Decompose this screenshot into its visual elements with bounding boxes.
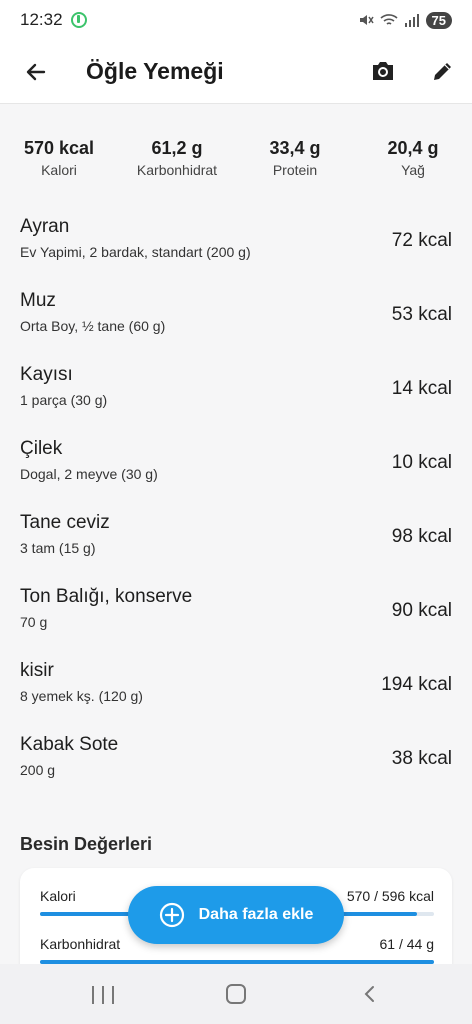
app-notification-icon bbox=[70, 12, 87, 28]
camera-button[interactable] bbox=[368, 56, 398, 86]
food-portion: Orta Boy, ½ tane (60 g) bbox=[20, 318, 166, 334]
nutrition-label: Karbonhidrat bbox=[40, 936, 121, 952]
food-name: Tane ceviz bbox=[20, 512, 110, 533]
pencil-icon bbox=[434, 63, 451, 80]
add-more-button[interactable]: Daha fazla ekle bbox=[128, 886, 344, 944]
food-portion: Dogal, 2 meyve (30 g) bbox=[20, 466, 158, 482]
back-button[interactable] bbox=[20, 56, 52, 88]
mute-icon bbox=[359, 15, 374, 25]
summary-value: 61,2 g bbox=[151, 138, 203, 158]
food-calories: 98 kcal bbox=[391, 526, 452, 547]
food-name: Çilek bbox=[20, 438, 63, 459]
summary-value: 570 kcal bbox=[23, 138, 95, 158]
edit-button[interactable] bbox=[428, 56, 458, 86]
food-name: Kayısı bbox=[20, 364, 73, 385]
food-name: Ayran bbox=[20, 216, 70, 237]
summary-label: Kalori bbox=[41, 162, 77, 178]
food-item[interactable]: Ayran Ev Yapimi, 2 bardak, standart (200… bbox=[0, 216, 472, 282]
summary-fat: 20,4 g Yağ bbox=[358, 138, 468, 178]
summary-carbs: 61,2 g Karbonhidrat bbox=[122, 138, 232, 178]
macro-summary: 570 kcal Kalori 61,2 g Karbonhidrat 33,4… bbox=[0, 138, 472, 188]
status-indicators: 75 bbox=[358, 11, 452, 29]
nutrition-value: 570 / 596 kcal bbox=[346, 888, 434, 904]
food-name: kisir bbox=[20, 660, 54, 681]
arrow-left-icon bbox=[26, 63, 46, 80]
summary-calories: 570 kcal Kalori bbox=[4, 138, 114, 178]
food-item[interactable]: Çilek Dogal, 2 meyve (30 g) 10 kcal bbox=[0, 438, 472, 504]
nutrition-section-title: Besin Değerleri bbox=[20, 834, 153, 854]
app-bar: Öğle Yemeği bbox=[0, 40, 472, 104]
page-title: Öğle Yemeği bbox=[86, 58, 224, 84]
food-name: Muz bbox=[20, 290, 56, 311]
summary-label: Yağ bbox=[401, 162, 425, 178]
food-portion: Ev Yapimi, 2 bardak, standart (200 g) bbox=[20, 244, 251, 260]
camera-icon bbox=[373, 62, 393, 80]
summary-protein: 33,4 g Protein bbox=[240, 138, 350, 178]
summary-value: 20,4 g bbox=[387, 138, 439, 158]
system-nav-bar bbox=[0, 964, 472, 1024]
food-item[interactable]: kisir 8 yemek kş. (120 g) 194 kcal bbox=[0, 660, 472, 726]
food-calories: 10 kcal bbox=[391, 452, 452, 473]
food-portion: 1 parça (30 g) bbox=[20, 392, 108, 408]
food-calories: 194 kcal bbox=[381, 674, 452, 695]
summary-value: 33,4 g bbox=[269, 138, 321, 158]
nutrition-label: Kalori bbox=[40, 888, 76, 904]
food-item[interactable]: Kabak Sote 200 g 38 kcal bbox=[0, 734, 472, 800]
status-time: 12:32 bbox=[20, 10, 63, 29]
summary-label: Protein bbox=[272, 162, 318, 178]
home-button[interactable] bbox=[226, 984, 246, 1004]
plus-circle-icon bbox=[159, 902, 184, 928]
food-portion: 200 g bbox=[20, 762, 56, 778]
food-portion: 70 g bbox=[20, 614, 48, 630]
food-portion: 3 tam (15 g) bbox=[20, 540, 96, 556]
food-calories: 38 kcal bbox=[391, 748, 452, 769]
food-calories: 90 kcal bbox=[391, 600, 452, 621]
food-item[interactable]: Kayısı 1 parça (30 g) 14 kcal bbox=[0, 364, 472, 430]
food-calories: 72 kcal bbox=[391, 230, 452, 251]
food-portion: 8 yemek kş. (120 g) bbox=[20, 688, 143, 704]
recents-button[interactable] bbox=[92, 986, 114, 1004]
food-calories: 53 kcal bbox=[391, 304, 452, 325]
add-more-label: Daha fazla ekle bbox=[198, 906, 314, 923]
nutrition-value: 61 / 44 g bbox=[379, 936, 435, 952]
battery-indicator: 75 bbox=[425, 11, 452, 29]
food-item[interactable]: Tane ceviz 3 tam (15 g) 98 kcal bbox=[0, 512, 472, 578]
food-item[interactable]: Ton Balığı, konserve 70 g 90 kcal bbox=[0, 586, 472, 652]
food-item[interactable]: Muz Orta Boy, ½ tane (60 g) 53 kcal bbox=[0, 290, 472, 356]
wifi-icon bbox=[379, 14, 398, 25]
summary-label: Karbonhidrat bbox=[136, 162, 218, 178]
signal-icon bbox=[404, 14, 419, 27]
status-bar: 12:32 75 bbox=[0, 0, 472, 40]
food-calories: 14 kcal bbox=[391, 378, 452, 399]
food-name: Kabak Sote bbox=[20, 734, 119, 755]
food-name: Ton Balığı, konserve bbox=[20, 586, 193, 607]
system-back-button[interactable] bbox=[360, 984, 380, 1004]
chevron-left-icon bbox=[364, 986, 374, 1002]
